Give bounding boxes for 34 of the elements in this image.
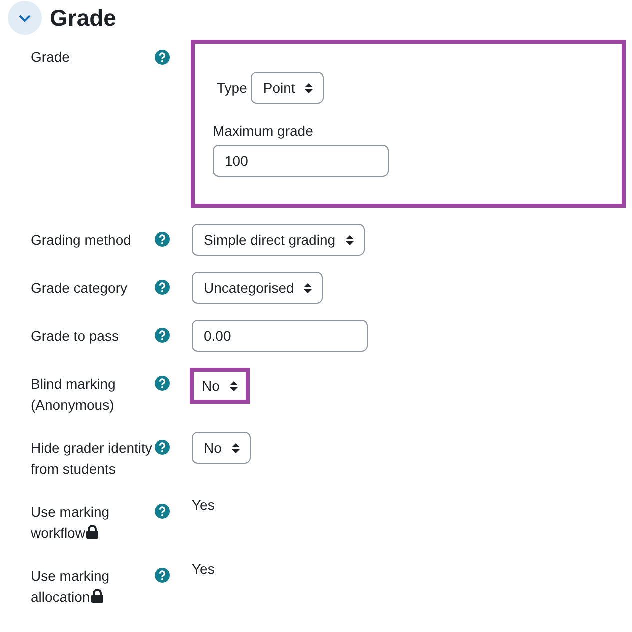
help-icon[interactable]: [155, 568, 170, 583]
type-label: Type: [217, 80, 248, 96]
dropdown-select[interactable]: No: [192, 432, 251, 464]
field-label: Hide grader identity from students: [31, 440, 152, 477]
sort-caret-icon: [304, 282, 312, 294]
help-icon[interactable]: [155, 280, 170, 295]
maximum-grade-label: Maximum grade: [213, 123, 314, 139]
section-title: Grade: [50, 4, 116, 32]
help-icon[interactable]: [155, 328, 170, 343]
field-label: Use marking allocation: [31, 568, 110, 605]
help-icon[interactable]: [155, 376, 170, 391]
sort-caret-icon: [230, 380, 238, 392]
collapse-toggle[interactable]: [8, 1, 42, 35]
help-icon[interactable]: [155, 440, 170, 455]
field-label: Blind marking (Anonymous): [31, 376, 116, 413]
static-value: Yes: [192, 496, 216, 514]
field-label: Grade category: [31, 280, 128, 296]
help-icon[interactable]: [155, 232, 170, 247]
field-label: Grade: [31, 49, 70, 65]
dropdown-select[interactable]: Uncategorised: [192, 272, 324, 304]
dropdown-select[interactable]: Simple direct grading: [192, 224, 365, 256]
sort-caret-icon: [232, 442, 240, 454]
text-field[interactable]: 0.00: [192, 320, 368, 352]
field-label: Use marking workflow: [31, 504, 110, 541]
static-value: Yes: [192, 560, 216, 578]
sort-caret-icon: [305, 82, 314, 94]
help-icon[interactable]: [155, 50, 170, 65]
field-label: Grade to pass: [31, 328, 119, 344]
dropdown-select[interactable]: No: [190, 368, 250, 404]
field-label: Grading method: [31, 232, 132, 248]
maximum-grade-field[interactable]: 100: [213, 145, 389, 177]
type-select[interactable]: Point: [251, 72, 324, 104]
help-icon[interactable]: [155, 504, 170, 519]
sort-caret-icon: [346, 234, 354, 246]
